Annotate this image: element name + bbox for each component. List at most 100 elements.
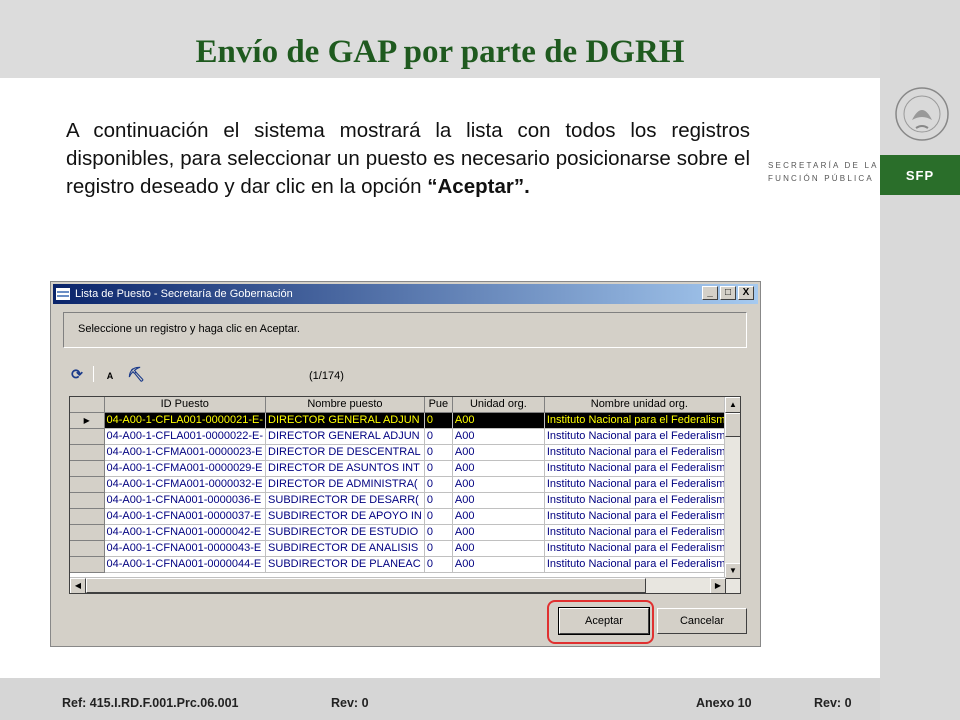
row-header[interactable] [70, 524, 105, 541]
cell-pue[interactable]: 0 [424, 492, 453, 509]
grid-window-icon [56, 288, 70, 300]
cell-id[interactable]: 04-A00-1-CFMA001-0000023-E [104, 444, 267, 461]
row-header[interactable] [70, 492, 105, 509]
cell-pue[interactable]: 0 [424, 556, 453, 573]
vertical-scrollbar[interactable]: ▲ ▼ [724, 397, 740, 593]
vertical-scroll-thumb[interactable] [725, 413, 740, 437]
cell-name[interactable]: SUBDIRECTOR DE PLANEAC [265, 556, 425, 573]
minimize-button[interactable]: _ [702, 286, 718, 300]
cancel-button[interactable]: Cancelar [657, 608, 747, 634]
row-header[interactable] [70, 476, 105, 493]
row-header[interactable] [70, 444, 105, 461]
cell-name[interactable]: DIRECTOR GENERAL ADJUN [265, 428, 425, 445]
cell-unit[interactable]: A00 [452, 540, 545, 557]
table-row[interactable]: 04-A00-1-CFMA001-0000023-E DIRECTOR DE DE… [70, 444, 735, 461]
row-header[interactable] [70, 428, 105, 445]
cell-name[interactable]: SUBDIRECTOR DE APOYO IN [265, 508, 425, 525]
column-header-unit[interactable]: Unidad org. [452, 397, 545, 413]
column-header-unit-name[interactable]: Nombre unidad org. [544, 397, 735, 413]
cell-name[interactable]: SUBDIRECTOR DE ESTUDIO [265, 524, 425, 541]
close-button[interactable]: X [738, 286, 754, 300]
table-row[interactable]: 04-A00-1-CFMA001-0000029-E DIRECTOR DE AS… [70, 460, 735, 477]
table-row[interactable]: 04-A00-1-CFNA001-0000037-E SUBDIRECTOR DE… [70, 508, 735, 525]
cell-unit-name[interactable]: Instituto Nacional para el Federalismo [544, 460, 735, 477]
cell-unit[interactable]: A00 [452, 556, 545, 573]
cell-pue[interactable]: 0 [424, 540, 453, 557]
cell-id[interactable]: 04-A00-1-CFLA001-0000021-E- [104, 412, 267, 429]
cell-id[interactable]: 04-A00-1-CFNA001-0000036-E [104, 492, 267, 509]
sort-az-icon[interactable]: A [100, 365, 120, 383]
records-table: ID Puesto Nombre puesto Pue Unidad org. … [70, 397, 735, 573]
cell-unit[interactable]: A00 [452, 524, 545, 541]
table-row[interactable]: ▶ 04-A00-1-CFLA001-0000021-E- DIRECTOR GEN… [70, 412, 735, 429]
cell-id[interactable]: 04-A00-1-CFLA001-0000022-E- [104, 428, 267, 445]
cell-unit[interactable]: A00 [452, 412, 545, 429]
cell-name[interactable]: DIRECTOR DE DESCENTRAL [265, 444, 425, 461]
column-header-pue[interactable]: Pue [424, 397, 453, 413]
table-row[interactable]: 04-A00-1-CFNA001-0000042-E SUBDIRECTOR DE… [70, 524, 735, 541]
cell-unit[interactable]: A00 [452, 508, 545, 525]
table-row[interactable]: 04-A00-1-CFLA001-0000022-E- DIRECTOR GENE… [70, 428, 735, 445]
cell-name[interactable]: DIRECTOR DE ASUNTOS INT [265, 460, 425, 477]
row-header[interactable] [70, 460, 105, 477]
table-row[interactable]: 04-A00-1-CFMA001-0000032-E DIRECTOR DE AD… [70, 476, 735, 493]
cell-unit-name[interactable]: Instituto Nacional para el Federalismo [544, 524, 735, 541]
row-header[interactable]: ▶ [70, 412, 105, 429]
binoculars-icon[interactable]: ⛏ [126, 365, 146, 383]
cell-pue[interactable]: 0 [424, 524, 453, 541]
cell-unit-name[interactable]: Instituto Nacional para el Federalismo [544, 412, 735, 429]
cell-pue[interactable]: 0 [424, 444, 453, 461]
window-titlebar[interactable]: Lista de Puesto - Secretaría de Gobernac… [53, 284, 758, 304]
scroll-down-button[interactable]: ▼ [725, 563, 740, 579]
cell-pue[interactable]: 0 [424, 508, 453, 525]
footer-annex: Anexo 10 [696, 696, 752, 710]
cell-unit[interactable]: A00 [452, 444, 545, 461]
column-header-name[interactable]: Nombre puesto [265, 397, 425, 413]
cell-unit-name[interactable]: Instituto Nacional para el Federalismo [544, 508, 735, 525]
cell-pue[interactable]: 0 [424, 412, 453, 429]
mexico-coat-of-arms-icon [895, 87, 949, 141]
refresh-icon[interactable]: ⟳ [67, 365, 87, 383]
cell-name[interactable]: DIRECTOR DE ADMINISTRA( [265, 476, 425, 493]
row-header[interactable] [70, 556, 105, 573]
cell-unit[interactable]: A00 [452, 428, 545, 445]
records-grid[interactable]: ID Puesto Nombre puesto Pue Unidad org. … [69, 396, 741, 594]
cell-unit-name[interactable]: Instituto Nacional para el Federalismo [544, 492, 735, 509]
cell-unit-name[interactable]: Instituto Nacional para el Federalismo [544, 476, 735, 493]
scroll-up-button[interactable]: ▲ [725, 397, 740, 413]
cell-unit-name[interactable]: Instituto Nacional para el Federalismo [544, 556, 735, 573]
horizontal-scrollbar[interactable]: ◀ ▶ [70, 577, 726, 593]
scroll-right-button[interactable]: ▶ [710, 578, 726, 593]
cell-pue[interactable]: 0 [424, 428, 453, 445]
cell-name[interactable]: DIRECTOR GENERAL ADJUN [265, 412, 425, 429]
table-row[interactable]: 04-A00-1-CFNA001-0000043-E SUBDIRECTOR DE… [70, 540, 735, 557]
cell-id[interactable]: 04-A00-1-CFNA001-0000037-E [104, 508, 267, 525]
horizontal-scroll-thumb[interactable] [86, 578, 646, 593]
cell-name[interactable]: SUBDIRECTOR DE ANALISIS [265, 540, 425, 557]
cell-name[interactable]: SUBDIRECTOR DE DESARR( [265, 492, 425, 509]
instruction-paragraph: A continuación el sistema mostrará la li… [66, 117, 750, 201]
cell-id[interactable]: 04-A00-1-CFMA001-0000029-E [104, 460, 267, 477]
cell-id[interactable]: 04-A00-1-CFNA001-0000042-E [104, 524, 267, 541]
logo-line-1: SECRETARÍA DE LA [768, 161, 879, 170]
column-header-id[interactable]: ID Puesto [104, 397, 267, 413]
cell-id[interactable]: 04-A00-1-CFNA001-0000044-E [104, 556, 267, 573]
scroll-left-button[interactable]: ◀ [70, 578, 86, 593]
window-title: Lista de Puesto - Secretaría de Gobernac… [75, 288, 293, 300]
cell-id[interactable]: 04-A00-1-CFMA001-0000032-E [104, 476, 267, 493]
table-row[interactable]: 04-A00-1-CFNA001-0000044-E SUBDIRECTOR DE… [70, 556, 735, 573]
cell-pue[interactable]: 0 [424, 460, 453, 477]
cell-unit-name[interactable]: Instituto Nacional para el Federalismo [544, 444, 735, 461]
cell-unit[interactable]: A00 [452, 476, 545, 493]
record-counter: (1/174) [309, 370, 344, 382]
cell-id[interactable]: 04-A00-1-CFNA001-0000043-E [104, 540, 267, 557]
cell-unit[interactable]: A00 [452, 460, 545, 477]
cell-unit-name[interactable]: Instituto Nacional para el Federalismo [544, 428, 735, 445]
maximize-button[interactable]: □ [720, 286, 736, 300]
row-header[interactable] [70, 508, 105, 525]
table-row[interactable]: 04-A00-1-CFNA001-0000036-E SUBDIRECTOR DE… [70, 492, 735, 509]
cell-pue[interactable]: 0 [424, 476, 453, 493]
row-header[interactable] [70, 540, 105, 557]
cell-unit-name[interactable]: Instituto Nacional para el Federalismo [544, 540, 735, 557]
cell-unit[interactable]: A00 [452, 492, 545, 509]
